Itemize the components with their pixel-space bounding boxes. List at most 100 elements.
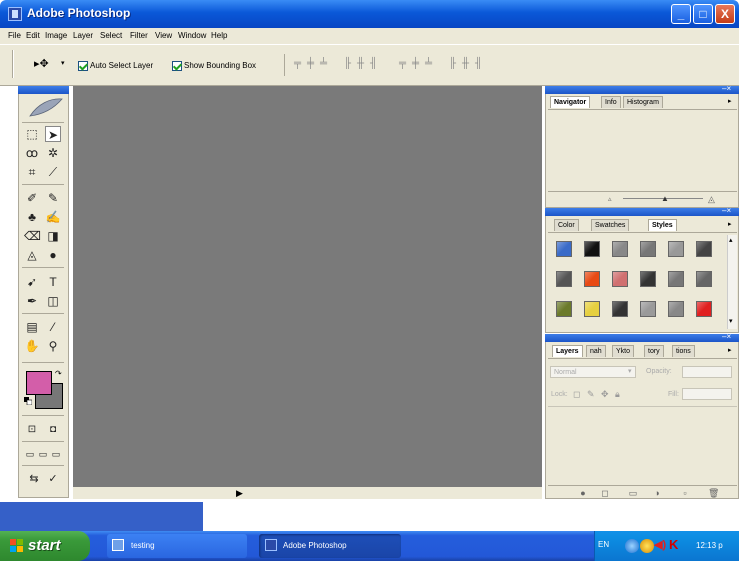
menu-edit[interactable]: Edit [26,31,40,40]
foreground-color-swatch[interactable] [26,371,52,395]
layers-panel-title-bar[interactable] [545,334,739,342]
style-swatch[interactable] [584,241,600,257]
tab-layers[interactable]: Layers [552,345,583,357]
style-swatch[interactable] [668,271,684,287]
tab-tool-presets[interactable]: tions [672,345,695,357]
hand-tool-icon[interactable]: ✋ [24,338,40,354]
crop-tool-icon[interactable]: ⌗ [24,164,40,180]
style-swatch[interactable] [696,301,712,317]
volume-tray-icon[interactable]: ◀) [654,538,666,551]
notes-tool-icon[interactable]: ▤ [24,319,40,335]
imageready-check-icon[interactable]: ✓ [45,471,61,487]
eraser-tool-icon[interactable]: ⌫ [24,228,41,244]
lock-transparency-icon[interactable]: ◻ [573,389,580,400]
tab-paths[interactable]: nah [586,345,606,357]
new-layer-icon[interactable]: ▫ [680,488,690,498]
healing-brush-tool-icon[interactable]: ✐ [24,190,40,206]
magic-wand-tool-icon[interactable]: ✲ [45,145,61,161]
marquee-tool-icon[interactable]: ⬚ [24,126,40,142]
menu-view[interactable]: View [155,31,172,40]
eyedropper-tool-icon[interactable]: ⁄ [45,319,61,335]
style-swatch[interactable] [668,301,684,317]
new-set-icon[interactable]: ▭ [628,488,638,498]
tool-preset-dropdown-icon[interactable]: ▾ [61,59,65,67]
styles-panel-title-bar[interactable] [545,208,739,216]
standard-mode-icon[interactable]: ⊡ [24,422,40,438]
distribute-bottom-icon[interactable]: ╧ [423,58,434,70]
lock-all-icon[interactable]: 🔒︎ [615,389,620,400]
lock-position-icon[interactable]: ✥ [601,389,609,400]
style-swatch[interactable] [584,271,600,287]
style-swatch[interactable] [556,301,572,317]
photoshop-app-icon[interactable] [8,7,22,21]
distribute-top-icon[interactable]: ╤ [397,58,408,70]
style-swatch[interactable] [696,241,712,257]
style-swatch[interactable] [640,271,656,287]
status-arrow-icon[interactable]: ▶ [236,488,243,499]
security-tray-icon[interactable] [640,539,654,553]
zoom-out-icon[interactable]: ▵ [608,195,612,203]
menu-filter[interactable]: Filter [130,31,148,40]
maximize-button[interactable]: □ [693,4,713,24]
style-swatch[interactable] [612,301,628,317]
lock-image-icon[interactable]: ✎ [587,389,595,400]
style-swatch[interactable] [556,271,572,287]
blend-mode-dropdown-icon[interactable]: ▾ [628,367,632,375]
move-tool-button-icon[interactable]: ➤ [45,126,61,142]
tab-navigator[interactable]: Navigator [550,96,591,108]
style-swatch[interactable] [612,271,628,287]
style-swatch[interactable] [640,241,656,257]
distribute-hcenter-icon[interactable]: ╫ [460,58,471,70]
layers-panel-controls-icon[interactable]: –× [722,332,731,341]
default-colors-icon[interactable] [24,397,32,405]
navigator-panel-title-bar[interactable] [545,86,739,94]
blur-tool-icon[interactable]: ◬ [24,247,40,263]
auto-select-checkbox[interactable] [78,61,88,71]
menu-help[interactable]: Help [211,31,227,40]
path-selection-tool-icon[interactable]: ➹ [24,274,40,290]
menu-select[interactable]: Select [100,31,122,40]
navigator-panel-menu-icon[interactable]: ▸ [728,97,732,105]
align-right-icon[interactable]: ╢ [368,58,379,70]
shape-tool-icon[interactable]: ◫ [45,293,61,309]
distribute-right-icon[interactable]: ╢ [473,58,484,70]
canvas-area[interactable] [73,86,542,487]
tab-styles[interactable]: Styles [648,219,677,231]
scroll-down-icon[interactable]: ▾ [729,317,733,325]
zoom-slider-thumb[interactable]: ▲ [661,194,669,203]
tab-swatches[interactable]: Swatches [591,219,630,231]
distribute-left-icon[interactable]: ╟ [447,58,458,70]
tab-history[interactable]: Ykto [612,345,635,357]
close-button[interactable]: X [715,4,735,24]
opacity-input[interactable] [682,366,732,378]
fill-input[interactable] [682,388,732,400]
menu-file[interactable]: File [8,31,21,40]
antivirus-tray-icon[interactable]: K [669,537,678,552]
distribute-vcenter-icon[interactable]: ╪ [410,58,421,70]
lasso-tool-icon[interactable]: ꝏ [24,145,40,161]
style-swatch[interactable] [640,301,656,317]
type-tool-icon[interactable]: T [45,274,61,290]
move-tool-icon[interactable]: ▸✥ [34,57,49,70]
align-vcenter-icon[interactable]: ╪ [305,58,316,70]
align-left-icon[interactable]: ╟ [342,58,353,70]
menu-layer[interactable]: Layer [73,31,93,40]
taskbar-item-testing[interactable]: testing [107,534,247,558]
style-swatch[interactable] [668,241,684,257]
blend-mode-select[interactable]: Normal [550,366,636,378]
jump-to-imageready-icon[interactable]: ⇆ [26,471,42,487]
style-swatch[interactable] [584,301,600,317]
menu-window[interactable]: Window [178,31,206,40]
layers-panel-menu-icon[interactable]: ▸ [728,346,732,354]
style-swatch[interactable] [696,271,712,287]
clone-stamp-tool-icon[interactable]: ♣ [24,209,40,225]
menu-image[interactable]: Image [45,31,67,40]
screen-mode-full-icon[interactable]: ▭ [48,446,64,462]
styles-panel-menu-icon[interactable]: ▸ [728,220,732,228]
align-hcenter-icon[interactable]: ╫ [355,58,366,70]
swap-colors-icon[interactable]: ↷ [55,369,62,378]
toolbox-title-bar[interactable] [18,86,69,94]
feather-logo-icon[interactable] [28,96,64,120]
dodge-tool-icon[interactable]: ● [45,247,61,263]
zoom-tool-icon[interactable]: ⚲ [45,338,61,354]
